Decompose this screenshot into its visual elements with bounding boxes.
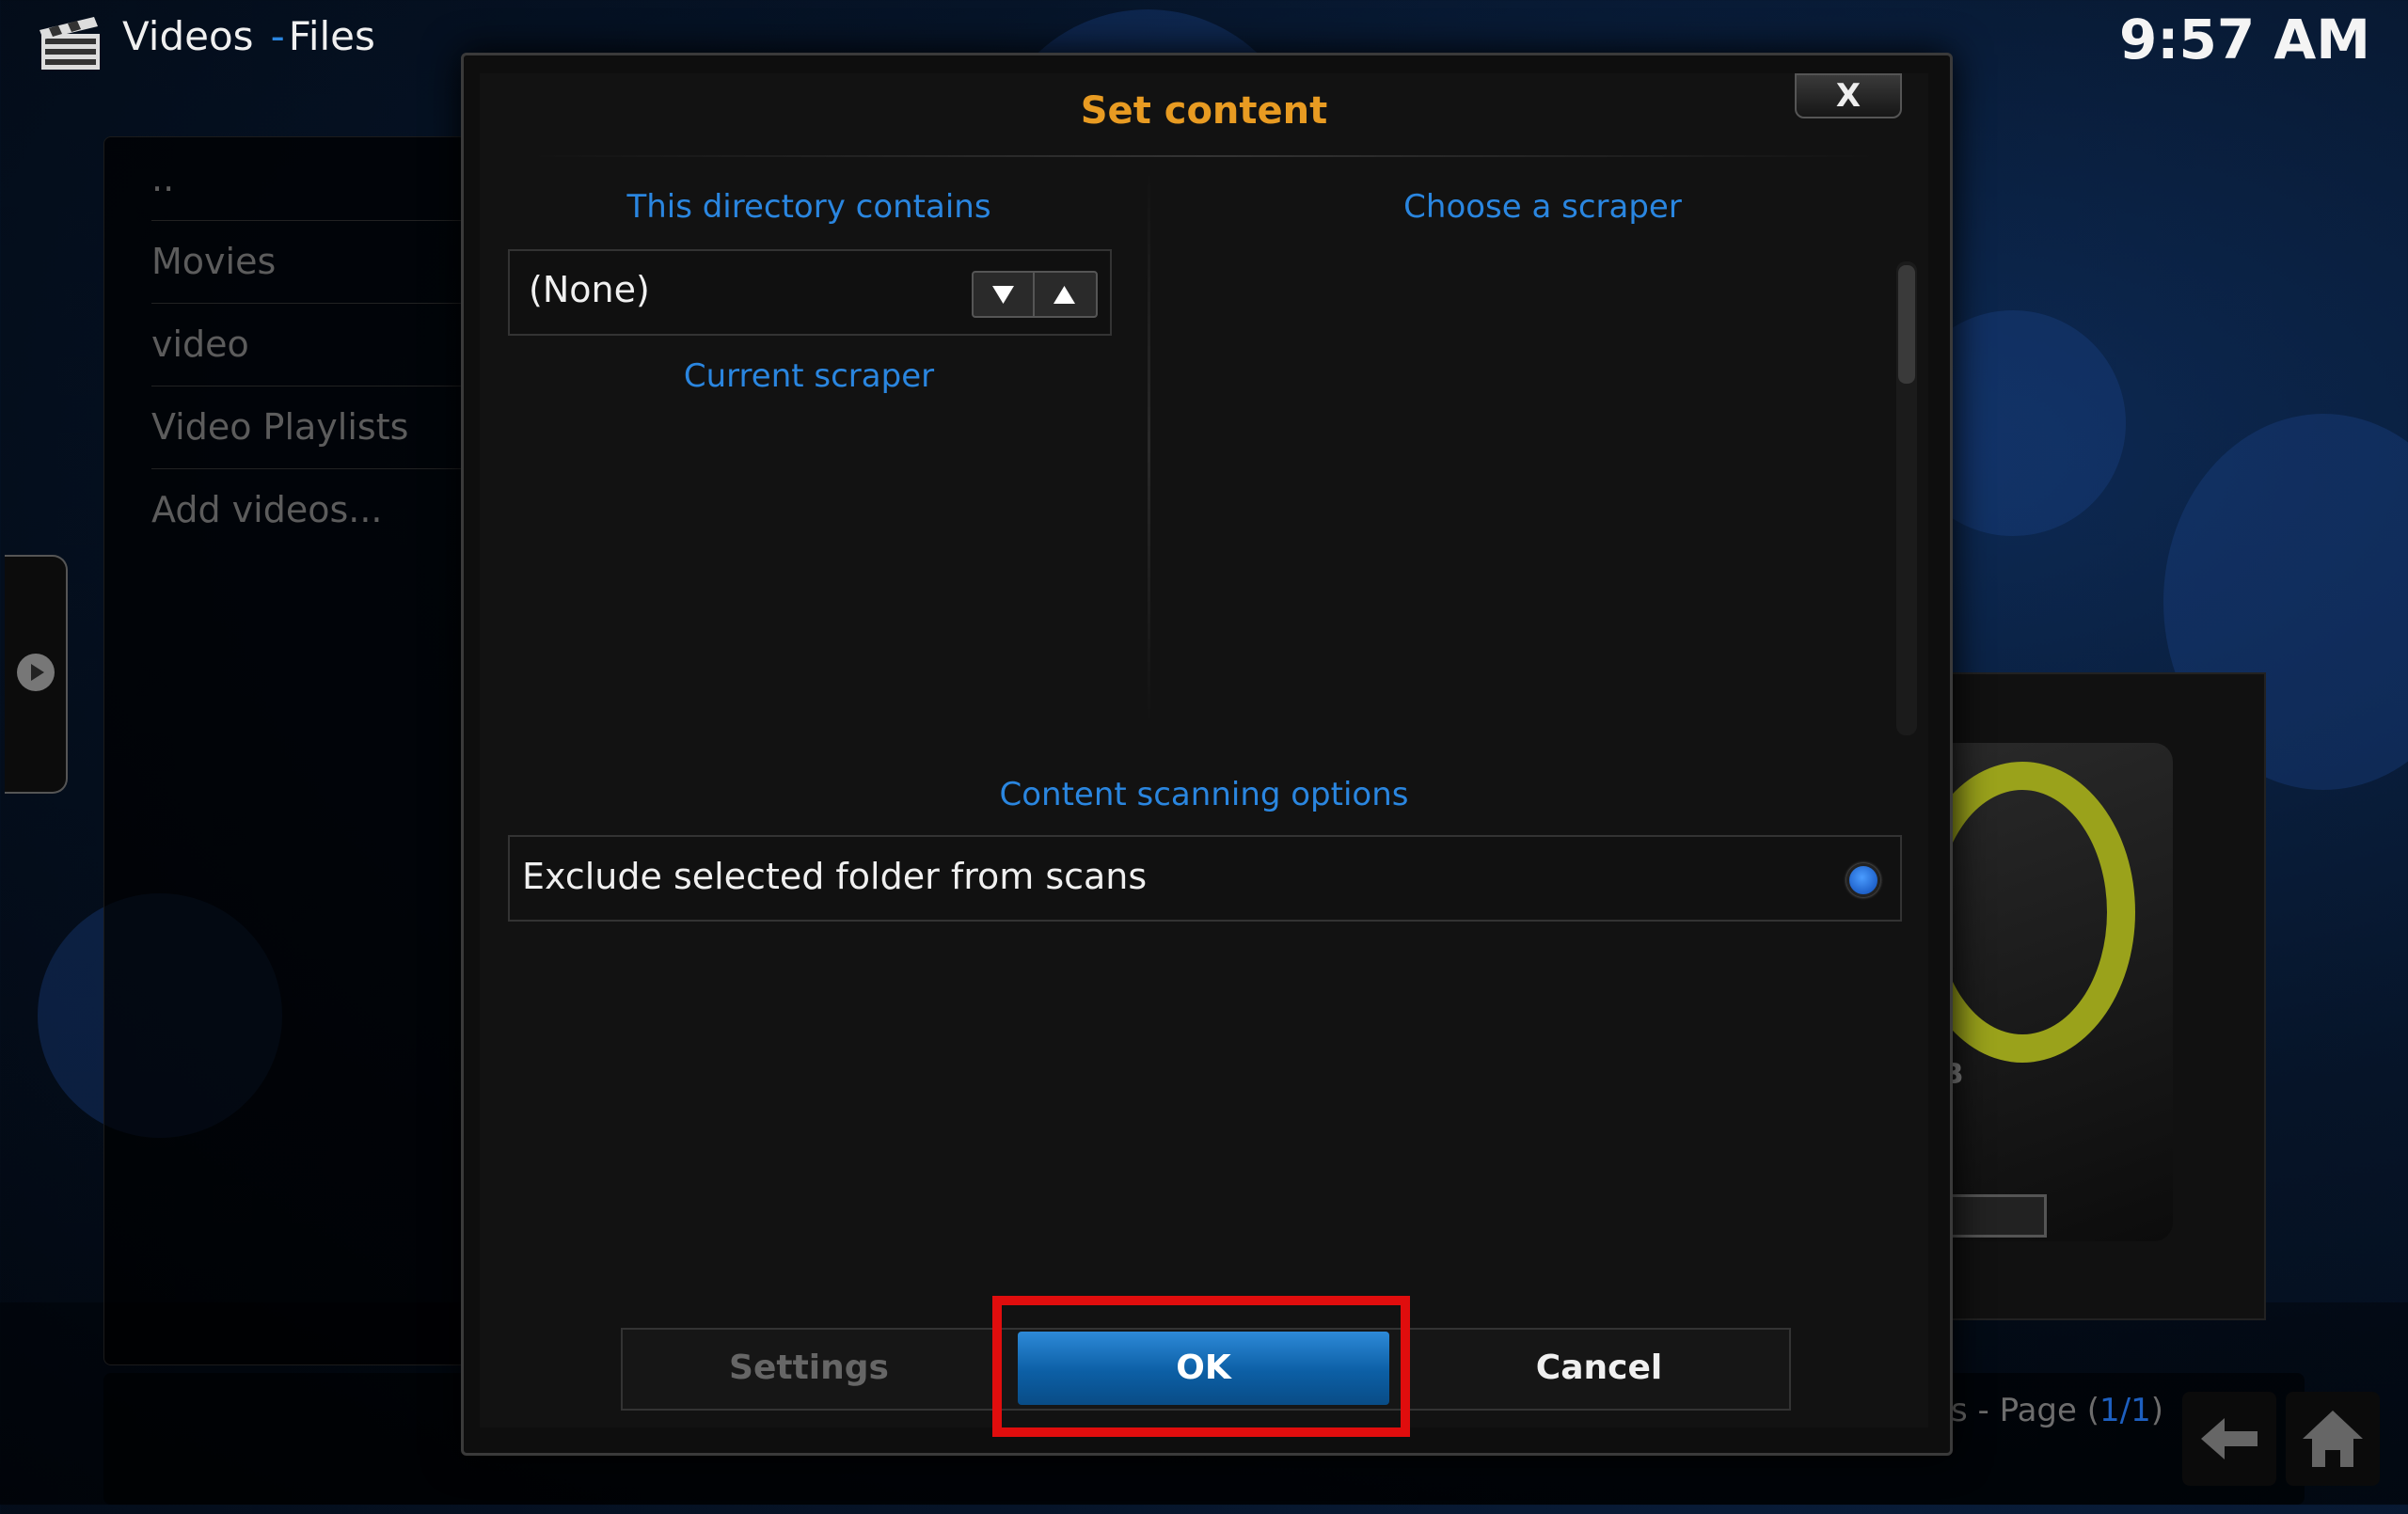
back-button[interactable] [2182, 1392, 2276, 1486]
choose-scraper-label: Choose a scraper [1403, 188, 1682, 226]
side-menu-arrow-icon [17, 654, 55, 691]
header-section: Videos [122, 13, 254, 59]
title-divider [527, 155, 1881, 157]
header-view: Files [288, 13, 375, 59]
dialog-title: Set content [1080, 89, 1328, 133]
column-divider [1148, 169, 1150, 724]
back-arrow-icon [2201, 1418, 2258, 1459]
cancel-button[interactable]: Cancel [1411, 1328, 1787, 1409]
close-button[interactable]: X [1795, 73, 1902, 118]
spinner-buttons [972, 271, 1098, 318]
header-separator: - [270, 13, 285, 59]
ok-button-highlight [992, 1296, 1410, 1437]
scanning-options-label: Content scanning options [999, 776, 1409, 813]
scrollbar-thumb[interactable] [1898, 265, 1915, 384]
page-number: 1/1 [2099, 1392, 2151, 1429]
exclude-folder-label: Exclude selected folder from scans [522, 856, 1148, 897]
home-button[interactable] [2286, 1392, 2380, 1486]
triangle-down-icon [992, 286, 1014, 304]
triangle-up-icon [1054, 286, 1075, 304]
clock: 9:57 AM [2118, 8, 2370, 71]
page-info: ms - Page (1/1) [1920, 1392, 2163, 1429]
current-scraper-label: Current scraper [683, 357, 935, 395]
spinner-up-button[interactable] [1035, 273, 1094, 316]
content-type-value: (None) [529, 269, 650, 310]
directory-contains-label: This directory contains [626, 188, 991, 226]
exclude-folder-radio[interactable] [1846, 863, 1880, 897]
page-info-suffix: ) [2150, 1392, 2163, 1429]
header-title: Videos -Files [122, 13, 375, 59]
clapperboard-icon [40, 17, 100, 70]
spinner-down-button[interactable] [974, 273, 1035, 316]
home-icon [2303, 1411, 2363, 1467]
settings-button[interactable]: Settings [621, 1328, 997, 1409]
